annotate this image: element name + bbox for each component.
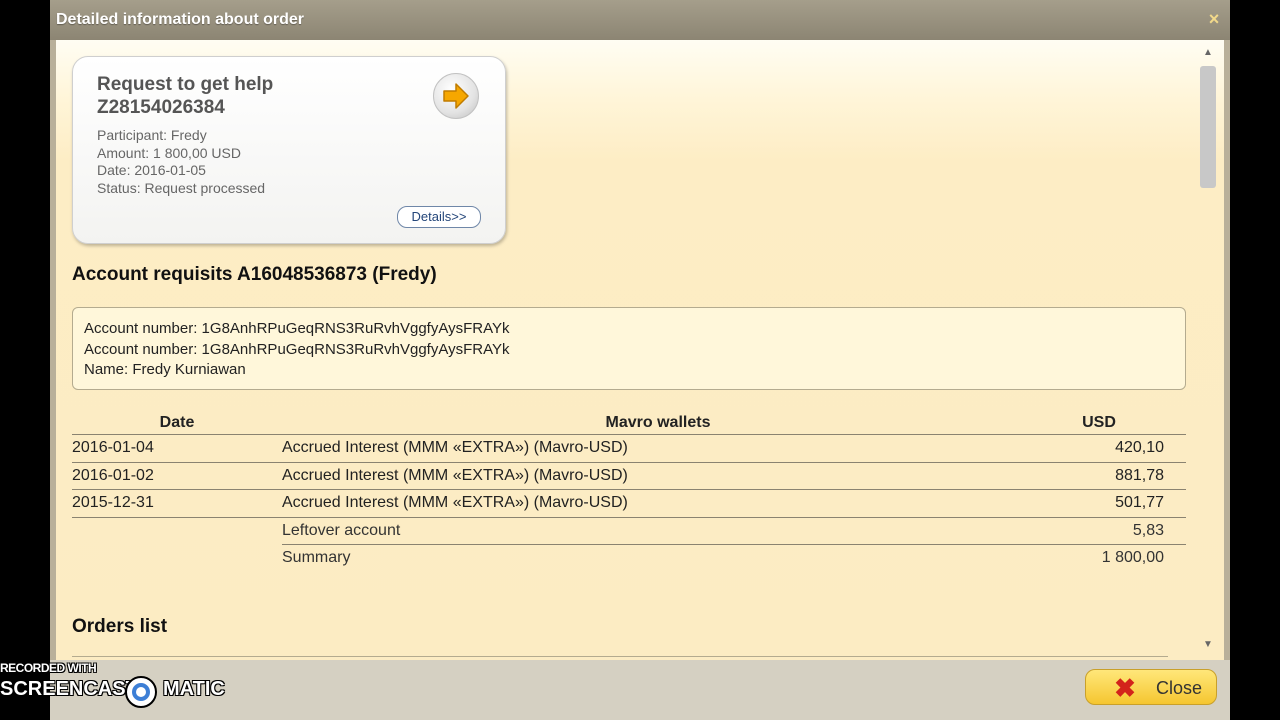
column-header-usd: USD: [1034, 411, 1186, 435]
screencast-logo-icon: [125, 676, 157, 708]
account-number-1: Account number: 1G8AnhRPuGeqRNS3RuRvhVgg…: [84, 320, 510, 337]
dialog-titlebar: Detailed information about order ×: [50, 0, 1230, 40]
details-button[interactable]: Details>>: [397, 206, 481, 228]
orders-heading: Orders list: [72, 616, 168, 637]
close-icon[interactable]: ×: [1206, 10, 1222, 28]
orders-list-top-border: [72, 656, 1168, 657]
row-usd: 501,77: [1034, 489, 1186, 518]
close-button[interactable]: ✖ Close: [1085, 669, 1217, 705]
requisits-box: Account number: 1G8AnhRPuGeqRNS3RuRvhVgg…: [72, 307, 1186, 390]
vertical-scrollbar[interactable]: ▲ ▼: [1198, 44, 1218, 656]
request-amount: Amount: 1 800,00 USD: [97, 144, 241, 161]
arrow-right-icon[interactable]: [433, 73, 479, 119]
table-header-row: Date Mavro wallets USD: [72, 411, 1186, 435]
summary-usd: 1 800,00: [1101, 549, 1164, 567]
scroll-up-arrow-icon[interactable]: ▲: [1198, 46, 1218, 60]
table-row: 2016-01-04 Accrued Interest (MMM «EXTRA»…: [72, 434, 1186, 463]
dialog-content: Request to get help Z28154026384 Partici…: [56, 40, 1224, 660]
table-row: 2016-01-02 Accrued Interest (MMM «EXTRA»…: [72, 462, 1186, 490]
row-date: 2016-01-02: [72, 462, 282, 490]
dialog-title: Detailed information about order: [56, 11, 305, 28]
leftover-usd: 5,83: [1034, 517, 1186, 545]
row-date: 2015-12-31: [72, 489, 282, 518]
screencast-watermark: RECORDED WITH SCREENCAST MATIC: [0, 660, 240, 720]
row-desc: Accrued Interest (MMM «EXTRA») (Mavro-US…: [282, 434, 1034, 463]
watermark-line1: RECORDED WITH: [0, 661, 97, 675]
account-name: Name: Fredy Kurniawan: [84, 361, 246, 378]
wallets-table: Date Mavro wallets USD 2016-01-04 Accrue…: [72, 411, 1186, 572]
scroll-down-arrow-icon[interactable]: ▼: [1198, 638, 1218, 652]
order-detail-dialog: Detailed information about order × Reque…: [50, 0, 1230, 720]
request-id: Z28154026384: [97, 97, 225, 118]
column-header-date: Date: [72, 411, 282, 435]
account-number-2: Account number: 1G8AnhRPuGeqRNS3RuRvhVgg…: [84, 340, 510, 358]
red-x-icon: ✖: [1114, 673, 1136, 703]
summary-row: Summary 1 800,00: [72, 545, 1186, 572]
request-date: Date: 2016-01-05: [97, 162, 206, 178]
close-button-label: Close: [1156, 678, 1203, 698]
requisits-heading: Account requisits A16048536873 (Fredy): [72, 264, 437, 285]
watermark-line2-left: SCREENCAST: [0, 678, 138, 700]
request-participant: Participant: Fredy: [97, 127, 207, 143]
request-card: Request to get help Z28154026384 Partici…: [72, 56, 506, 244]
scroll-thumb[interactable]: [1200, 66, 1216, 188]
row-desc: Accrued Interest (MMM «EXTRA») (Mavro-US…: [282, 462, 1034, 490]
row-desc: Accrued Interest (MMM «EXTRA») (Mavro-US…: [282, 489, 1034, 518]
column-header-wallets: Mavro wallets: [282, 411, 1034, 435]
row-usd: 420,10: [1034, 434, 1186, 463]
row-date: 2016-01-04: [72, 434, 282, 463]
request-title: Request to get help: [97, 74, 274, 95]
summary-label: Summary: [282, 549, 351, 567]
watermark-line2-right: MATIC: [163, 678, 225, 700]
request-status: Status: Request processed: [97, 179, 266, 196]
request-info: Participant: Fredy Amount: 1 800,00 USD …: [97, 127, 265, 197]
leftover-row: Leftover account 5,83: [72, 517, 1186, 545]
table-row: 2015-12-31 Accrued Interest (MMM «EXTRA»…: [72, 489, 1186, 518]
row-usd: 881,78: [1034, 462, 1186, 490]
leftover-label: Leftover account: [282, 517, 1034, 545]
